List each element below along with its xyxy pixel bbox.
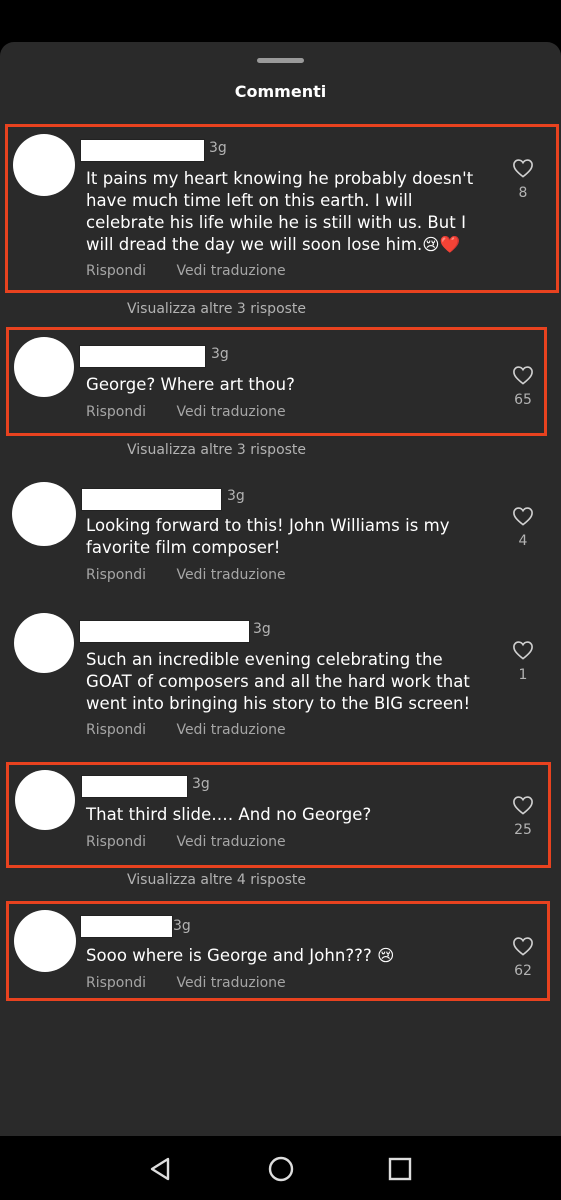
system-navigation-bar xyxy=(0,1136,561,1200)
reply-button[interactable]: Rispondi xyxy=(86,722,172,738)
username-redacted[interactable] xyxy=(81,488,222,511)
highlight-box xyxy=(6,327,547,436)
sheet-drag-handle[interactable] xyxy=(257,58,304,63)
avatar[interactable] xyxy=(12,482,76,546)
username-redacted[interactable] xyxy=(79,620,250,643)
nav-back-button[interactable] xyxy=(146,1154,176,1184)
like-button[interactable]: 1 xyxy=(510,640,536,683)
comment-text: Such an incredible evening celebrating t… xyxy=(86,650,471,713)
comment-text: Looking forward to this! John Williams i… xyxy=(86,516,450,557)
view-more-replies[interactable]: Visualizza altre 3 risposte xyxy=(127,442,306,458)
see-translation-button[interactable]: Vedi traduzione xyxy=(176,567,285,583)
comment-time: 3g xyxy=(227,488,245,504)
like-button[interactable]: 4 xyxy=(510,506,536,549)
view-more-replies[interactable]: Visualizza altre 4 risposte xyxy=(127,872,306,888)
avatar[interactable] xyxy=(14,613,74,673)
circle-home-icon xyxy=(268,1156,294,1182)
like-count: 1 xyxy=(518,667,528,683)
square-recents-icon xyxy=(388,1157,412,1181)
highlight-box xyxy=(6,762,551,868)
comment-time: 3g xyxy=(253,621,271,637)
like-count: 4 xyxy=(518,533,528,549)
heart-outline-icon xyxy=(513,507,533,526)
highlight-box xyxy=(5,124,559,293)
see-translation-button[interactable]: Vedi traduzione xyxy=(176,722,285,738)
view-more-replies[interactable]: Visualizza altre 3 risposte xyxy=(127,301,306,317)
nav-home-button[interactable] xyxy=(266,1154,296,1184)
triangle-back-icon xyxy=(150,1157,170,1181)
heart-outline-icon xyxy=(513,641,533,660)
nav-recents-button[interactable] xyxy=(385,1154,415,1184)
comment-actions: Rispondi Vedi traduzione xyxy=(86,722,286,738)
reply-button[interactable]: Rispondi xyxy=(86,567,172,583)
highlight-box xyxy=(6,901,550,1001)
sheet-title: Commenti xyxy=(234,82,327,101)
comment-actions: Rispondi Vedi traduzione xyxy=(86,567,286,583)
